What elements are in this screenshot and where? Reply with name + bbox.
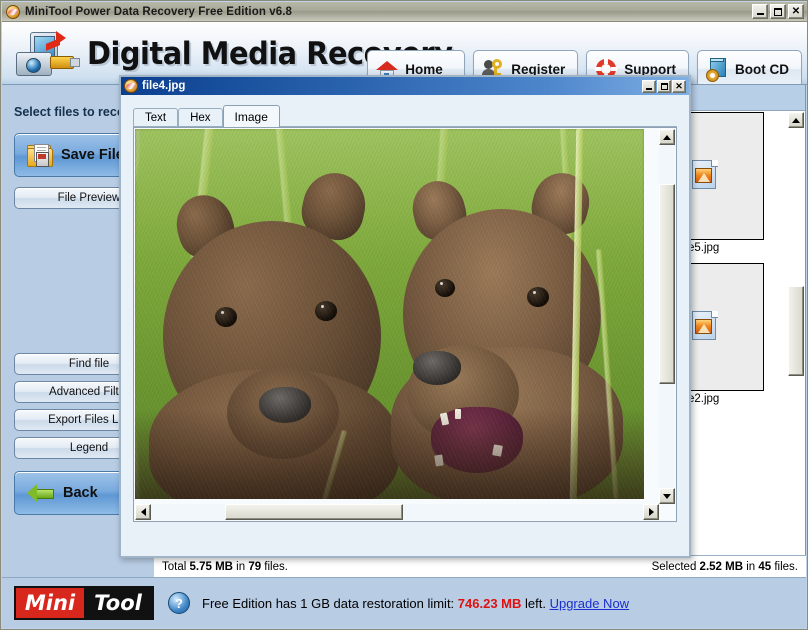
tab-hex[interactable]: Hex <box>178 108 223 127</box>
preview-window-title: file4.jpg <box>142 80 186 92</box>
application-window: MiniTool Power Data Recovery Free Editio… <box>0 0 808 630</box>
status-selected-count: 45 <box>758 560 772 573</box>
minitool-app-icon <box>124 79 138 93</box>
status-total-prefix: Total <box>162 560 190 573</box>
status-total-size: 5.75 MB <box>189 560 233 573</box>
preview-maximize-button[interactable] <box>657 79 671 93</box>
footer-limit-left: 746.23 MB <box>457 595 522 611</box>
tab-image-label: Image <box>234 109 268 124</box>
files-scrollbar[interactable] <box>787 112 805 576</box>
nav-bootcd-button[interactable]: Boot CD <box>697 50 802 84</box>
thumbnail[interactable] <box>688 112 764 240</box>
nav-bootcd-label: Boot CD <box>735 61 789 77</box>
footer-bar: Mini Tool ? Free Edition has 1 GB data r… <box>2 577 806 628</box>
tab-text-label: Text <box>145 112 167 124</box>
status-selected-prefix: Selected <box>651 560 700 573</box>
logo-tool-text: Tool <box>84 588 152 618</box>
tab-text[interactable]: Text <box>133 108 179 127</box>
image-scroll-right-arrow[interactable] <box>643 504 659 520</box>
preview-tabs: Text Hex Image <box>133 105 280 127</box>
file-preview-window: file4.jpg ✕ Text Hex Image <box>119 75 691 558</box>
file-preview-label: File Preview <box>57 192 121 204</box>
image-scroll-left-arrow[interactable] <box>135 504 151 520</box>
legend-label: Legend <box>69 442 109 454</box>
preview-minimize-button[interactable] <box>642 79 656 93</box>
preview-window-controls: ✕ <box>642 79 686 93</box>
logo-mini-text: Mini <box>16 588 84 618</box>
list-item-label: e5.jpg <box>688 242 720 254</box>
window-title: MiniTool Power Data Recovery Free Editio… <box>25 5 293 18</box>
boot-cd-icon <box>706 58 728 82</box>
status-total-mid: in <box>232 560 249 573</box>
image-hscroll-thumb[interactable] <box>225 504 403 520</box>
minitool-app-icon <box>5 4 21 20</box>
back-arrow-icon <box>27 484 55 502</box>
help-icon[interactable]: ? <box>168 592 190 614</box>
image-scroll-up-arrow[interactable] <box>659 129 675 145</box>
find-file-label: Find file <box>68 358 110 370</box>
thumbnail[interactable] <box>688 263 764 391</box>
window-controls: ✕ <box>752 4 804 19</box>
list-item-label: e2.jpg <box>688 393 720 405</box>
status-selected: Selected 2.52 MB in 45 files. <box>652 561 798 573</box>
maximize-button[interactable] <box>770 4 786 19</box>
status-strip: Total 5.75 MB in 79 files. Selected 2.52… <box>2 555 806 577</box>
status-total: Total 5.75 MB in 79 files. <box>162 561 288 573</box>
preview-title-bar: file4.jpg ✕ <box>121 77 689 95</box>
preview-close-button[interactable]: ✕ <box>672 79 686 93</box>
tab-image[interactable]: Image <box>222 105 280 127</box>
list-item[interactable]: e2.jpg <box>688 263 764 405</box>
save-folder-icon <box>27 144 53 167</box>
status-selected-suffix: files. <box>771 560 798 573</box>
scroll-up-arrow[interactable] <box>788 112 804 128</box>
tab-hex-label: Hex <box>190 112 211 124</box>
scrollbar-thumb[interactable] <box>788 286 804 376</box>
upgrade-now-link[interactable]: Upgrade Now <box>550 596 630 611</box>
footer-message: Free Edition has 1 GB data restoration l… <box>202 596 629 611</box>
minitool-logo: Mini Tool <box>14 586 154 620</box>
advanced-filter-label: Advanced Filter <box>49 386 129 398</box>
list-item[interactable]: e5.jpg <box>688 112 764 254</box>
media-recovery-logo <box>16 30 80 80</box>
status-selected-size: 2.52 MB <box>699 560 744 573</box>
main-title-bar: MiniTool Power Data Recovery Free Editio… <box>2 2 807 22</box>
jpg-file-icon <box>692 160 718 190</box>
minimize-button[interactable] <box>752 4 768 19</box>
footer-message-post: left. <box>521 595 550 611</box>
footer-message-pre: Free Edition has 1 GB data restoration l… <box>202 595 458 611</box>
jpg-file-icon <box>692 311 718 341</box>
image-horizontal-scrollbar[interactable] <box>135 504 659 520</box>
image-vertical-scrollbar[interactable] <box>659 129 675 504</box>
image-scroll-down-arrow[interactable] <box>659 488 675 504</box>
export-files-list-label: Export Files List <box>48 414 130 426</box>
status-total-count: 79 <box>248 560 262 573</box>
status-bar: Total 5.75 MB in 79 files. Selected 2.52… <box>154 555 806 577</box>
close-button[interactable]: ✕ <box>788 4 804 19</box>
image-viewer <box>133 127 677 522</box>
back-label: Back <box>63 485 98 501</box>
status-total-suffix: files. <box>261 560 288 573</box>
status-selected-mid: in <box>743 560 759 573</box>
image-vscroll-thumb[interactable] <box>659 184 675 384</box>
preview-image <box>135 129 644 499</box>
